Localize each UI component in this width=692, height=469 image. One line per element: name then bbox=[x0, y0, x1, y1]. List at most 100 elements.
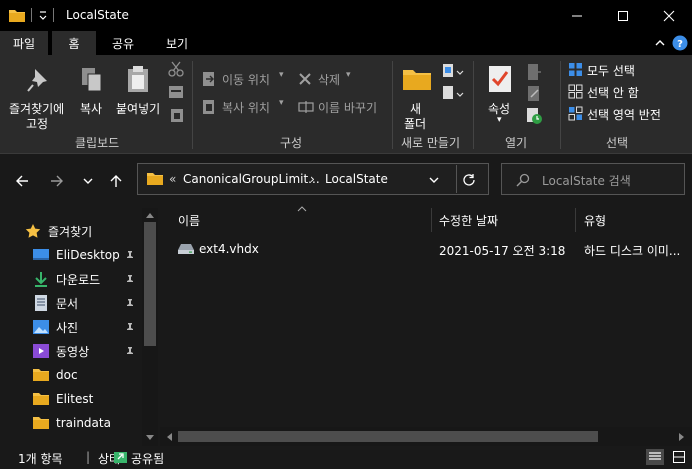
desktop-icon bbox=[33, 249, 49, 260]
column-header-name[interactable]: 이름 bbox=[178, 208, 428, 232]
copy-icon bbox=[80, 66, 104, 94]
rename-button[interactable]: 이름 바꾸기 bbox=[296, 97, 386, 117]
arrow-right-icon bbox=[51, 175, 63, 187]
move-to-button[interactable]: 이동 위치 ▾ bbox=[202, 69, 292, 89]
column-header-modified[interactable]: 수정한 날짜 bbox=[439, 208, 579, 232]
easy-access-icon[interactable] bbox=[442, 85, 464, 101]
ribbon-collapse-chevron-icon[interactable] bbox=[654, 37, 666, 49]
scroll-up-icon[interactable] bbox=[145, 211, 155, 219]
help-icon[interactable]: ? bbox=[672, 35, 688, 51]
close-button[interactable] bbox=[646, 0, 692, 31]
tab-file[interactable]: 파일 bbox=[0, 31, 48, 55]
history-icon[interactable] bbox=[526, 107, 542, 125]
rename-label: 이름 바꾸기 bbox=[318, 101, 378, 115]
edit-icon[interactable] bbox=[526, 85, 542, 103]
ribbon-tab-bar: 파일 홈 공유 보기 ? bbox=[0, 31, 692, 55]
copy-to-button[interactable]: 복사 위치 ▾ bbox=[202, 97, 292, 117]
pin-label-line2: 고정 bbox=[26, 117, 49, 131]
folder-icon bbox=[8, 8, 26, 23]
disk-image-icon bbox=[178, 243, 194, 255]
group-separator bbox=[392, 61, 393, 149]
up-button[interactable] bbox=[104, 170, 128, 192]
table-row[interactable]: ext4.vhdx 2021-05-17 오전 3:18 하드 디스크 이미..… bbox=[174, 238, 692, 260]
status-bar: 1개 항목 | 상태: 공유됨 bbox=[0, 446, 692, 469]
search-input[interactable]: LocalState 검색 bbox=[501, 163, 685, 195]
download-arrow-icon bbox=[35, 272, 47, 287]
minimize-button[interactable] bbox=[554, 0, 600, 31]
paste-icon bbox=[126, 65, 150, 93]
column-divider[interactable] bbox=[431, 208, 432, 232]
folder-icon bbox=[33, 417, 49, 429]
breadcrumb-item-localstate[interactable]: LocalState bbox=[325, 172, 388, 186]
pin-to-quick-access-button[interactable]: 즐겨찾기에 고정 bbox=[4, 59, 74, 131]
folder-icon bbox=[146, 171, 164, 186]
svg-text:?: ? bbox=[677, 39, 683, 50]
ribbon: 즐겨찾기에 고정 복사 붙여넣기 클립보드 이동 위치 ▾ 복사 위치 ▾ 삭제… bbox=[0, 55, 692, 154]
back-button[interactable] bbox=[10, 170, 34, 192]
address-dropdown-button[interactable] bbox=[428, 174, 440, 186]
scrollbar-thumb[interactable] bbox=[144, 222, 156, 346]
select-all-label: 모두 선택 bbox=[587, 64, 635, 78]
group-separator bbox=[473, 61, 474, 149]
scroll-right-icon[interactable] bbox=[678, 432, 686, 442]
rename-icon bbox=[298, 99, 314, 115]
sidebar-item-label: 즐겨찾기 bbox=[48, 224, 93, 239]
navigation-pane: 즐겨찾기 EliDesktop 다운로드 문서 사진 동영상 doc Elite… bbox=[0, 208, 158, 446]
cut-icon[interactable] bbox=[168, 61, 184, 77]
sidebar-item-label: doc bbox=[56, 368, 78, 382]
file-list-horizontal-scrollbar[interactable] bbox=[160, 427, 692, 446]
breadcrumb-item-canonical[interactable]: CanonicalGroupLimit... bbox=[183, 172, 320, 186]
refresh-button[interactable] bbox=[462, 173, 476, 187]
scroll-down-icon[interactable] bbox=[145, 434, 155, 442]
maximize-button[interactable] bbox=[600, 0, 646, 31]
copy-label: 복사 bbox=[80, 102, 103, 116]
scrollbar-thumb[interactable] bbox=[178, 431, 598, 442]
item-count: 1개 항목 bbox=[18, 452, 63, 466]
properties-icon bbox=[488, 65, 512, 93]
copy-path-icon[interactable] bbox=[168, 85, 184, 99]
select-all-icon bbox=[568, 62, 583, 77]
invert-selection-icon bbox=[568, 106, 583, 121]
tab-home[interactable]: 홈 bbox=[52, 31, 96, 55]
details-view-button[interactable] bbox=[646, 449, 664, 465]
select-all-button[interactable]: 모두 선택 bbox=[568, 61, 678, 79]
tab-view[interactable]: 보기 bbox=[150, 31, 204, 55]
select-none-button[interactable]: 선택 안 함 bbox=[568, 83, 678, 101]
forward-button[interactable] bbox=[45, 170, 69, 192]
document-icon bbox=[35, 295, 47, 311]
video-icon bbox=[33, 344, 49, 358]
sidebar-item-label: 사진 bbox=[56, 320, 79, 335]
dropdown-arrow-icon: ▾ bbox=[497, 115, 502, 125]
delete-button[interactable]: 삭제 ▾ bbox=[296, 69, 366, 89]
column-header-type[interactable]: 유형 bbox=[584, 208, 684, 232]
title-bar: LocalState bbox=[0, 0, 692, 31]
paste-button[interactable]: 붙여넣기 bbox=[114, 59, 164, 119]
large-icons-view-button[interactable] bbox=[670, 449, 688, 465]
breadcrumb-overflow[interactable]: « bbox=[169, 172, 176, 186]
chevron-down-icon bbox=[429, 177, 439, 183]
copy-button[interactable]: 복사 bbox=[76, 59, 110, 119]
file-modified: 2021-05-17 오전 3:18 bbox=[439, 244, 566, 258]
open-icon[interactable] bbox=[526, 63, 542, 81]
status-state-value: 공유됨 bbox=[131, 452, 165, 466]
properties-button[interactable]: 속성 ▾ bbox=[480, 59, 520, 131]
group-separator bbox=[560, 61, 561, 149]
tab-share[interactable]: 공유 bbox=[100, 31, 146, 55]
pin-icon bbox=[125, 275, 135, 285]
sidebar-item-label: Elitest bbox=[56, 392, 94, 406]
address-bar[interactable]: « CanonicalGroupLimit... › LocalState bbox=[137, 163, 489, 195]
file-type: 하드 디스크 이미... bbox=[584, 244, 681, 258]
breadcrumb-separator: › bbox=[310, 172, 315, 186]
navigation-pane-scrollbar[interactable] bbox=[142, 208, 158, 446]
new-item-icon[interactable] bbox=[442, 63, 464, 79]
scroll-left-icon[interactable] bbox=[165, 432, 173, 442]
file-list: 이름 수정한 날짜 유형 ext4.vhdx 2021-05-17 오전 3:1… bbox=[160, 206, 692, 430]
new-folder-button[interactable]: 새 폴더 bbox=[398, 59, 436, 131]
sidebar-item-label: 문서 bbox=[56, 296, 79, 311]
invert-selection-button[interactable]: 선택 영역 반전 bbox=[568, 105, 688, 123]
column-divider[interactable] bbox=[575, 208, 576, 232]
recent-locations-button[interactable] bbox=[76, 170, 100, 192]
refresh-icon bbox=[463, 174, 475, 186]
quick-access-toolbar-chevron-icon[interactable] bbox=[38, 8, 48, 22]
paste-shortcut-icon[interactable] bbox=[170, 107, 184, 123]
